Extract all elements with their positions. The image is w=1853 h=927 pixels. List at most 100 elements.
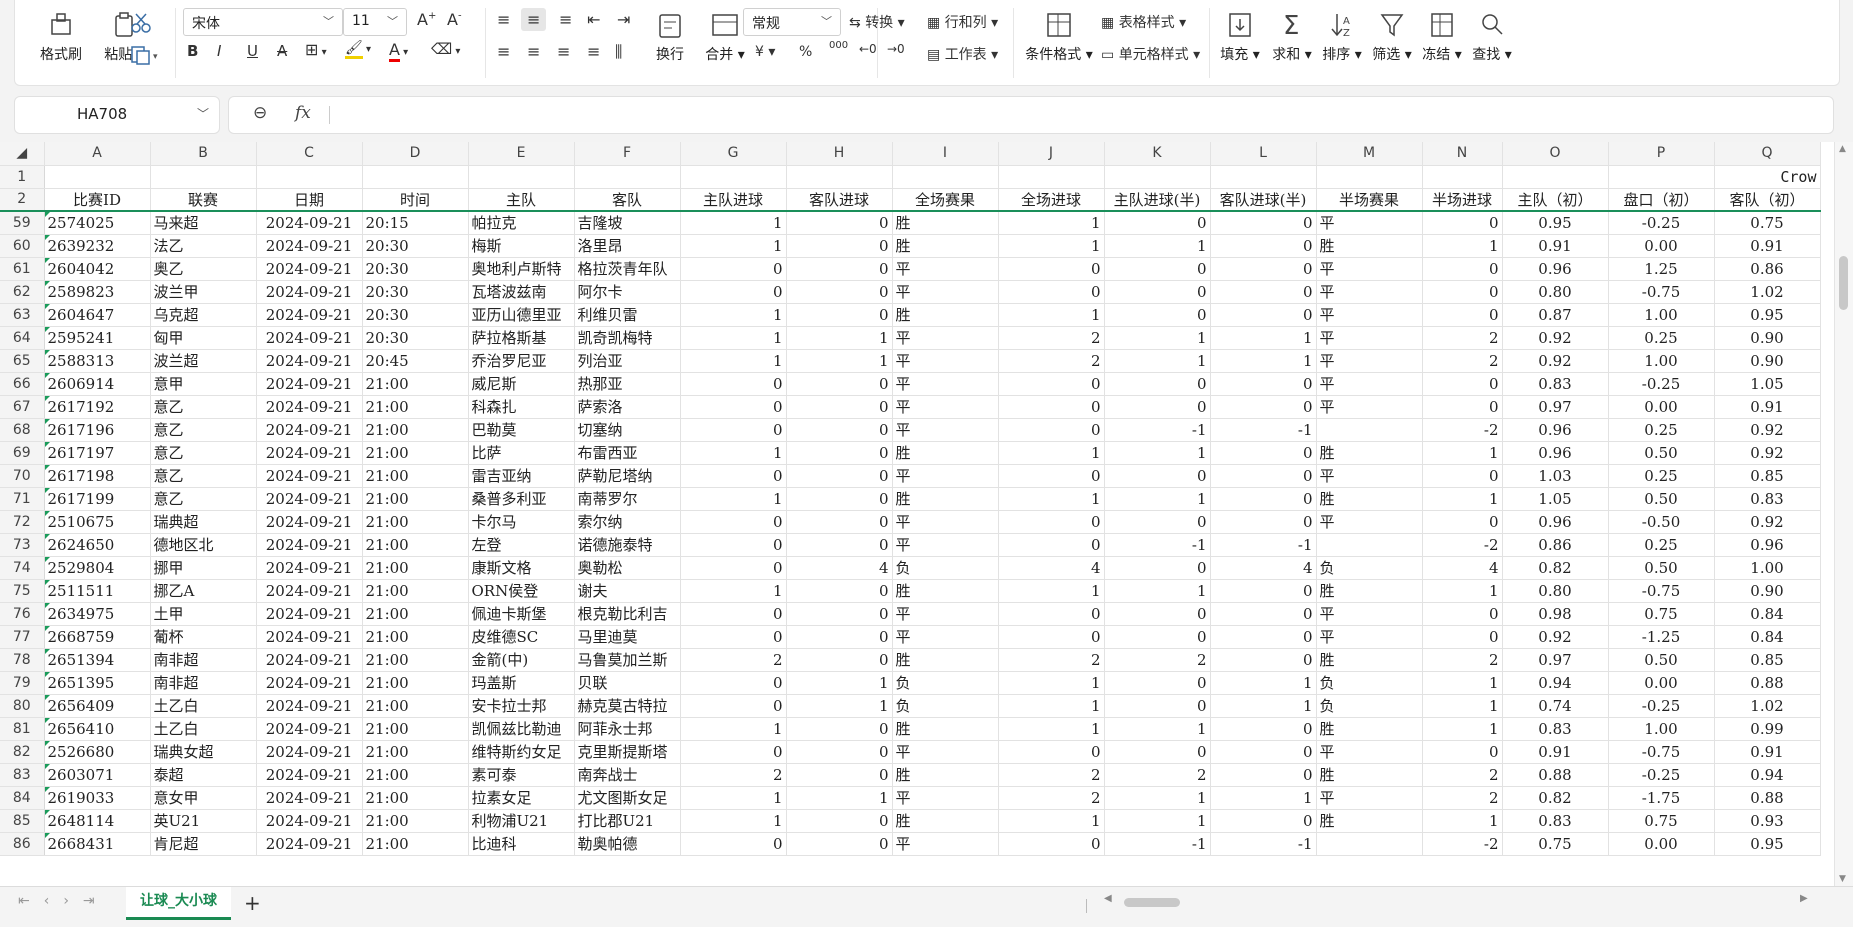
sheet-tab-active[interactable]: 让球_大小球 <box>126 887 231 920</box>
cell[interactable]: 20:30 <box>362 303 469 327</box>
cell[interactable]: 平 <box>892 257 999 281</box>
cell[interactable]: 2 <box>1104 763 1211 787</box>
cell[interactable]: 21:00 <box>362 694 469 718</box>
cell[interactable]: 马里迪莫 <box>574 625 681 649</box>
cell[interactable]: 胜 <box>892 809 999 833</box>
cell[interactable]: 0.83 <box>1502 717 1609 741</box>
cell[interactable]: 尤文图斯女足 <box>574 786 681 810</box>
cell[interactable]: 意女甲 <box>150 786 257 810</box>
cell[interactable]: 南蒂罗尔 <box>574 487 681 511</box>
cell[interactable]: 挪甲 <box>150 556 257 580</box>
cell[interactable]: 热那亚 <box>574 372 681 396</box>
cell[interactable]: 意甲 <box>150 372 257 396</box>
table-style-button[interactable]: ▦ 表格样式 ▾ <box>1101 12 1186 32</box>
cell[interactable]: 利物浦U21 <box>468 809 575 833</box>
cell[interactable]: 1.05 <box>1502 487 1609 511</box>
cell[interactable]: 4 <box>1422 556 1503 580</box>
cell[interactable]: -1.25 <box>1608 625 1715 649</box>
cell[interactable]: 0 <box>1104 740 1211 764</box>
cell[interactable]: 0 <box>680 280 787 304</box>
cell[interactable]: 平 <box>1316 211 1423 235</box>
cell[interactable]: 21:00 <box>362 809 469 833</box>
fill-color-icon[interactable]: 🖌 ▾ <box>345 40 371 59</box>
cell[interactable]: 2588313 <box>44 349 151 373</box>
cell[interactable]: 0.25 <box>1608 464 1715 488</box>
header-cell[interactable]: 半场进球 <box>1422 188 1503 212</box>
cell[interactable]: 科森扎 <box>468 395 575 419</box>
cell[interactable]: 德地区北 <box>150 533 257 557</box>
cell[interactable]: 平 <box>892 349 999 373</box>
cell[interactable]: 0 <box>680 533 787 557</box>
cell[interactable]: 0 <box>680 740 787 764</box>
cell[interactable]: 0.80 <box>1502 280 1609 304</box>
cell[interactable]: 0 <box>998 740 1105 764</box>
cell[interactable] <box>362 165 469 189</box>
fill-button[interactable]: 填充 ▾ <box>1215 10 1265 64</box>
align-center-icon[interactable]: ≡ <box>527 42 540 61</box>
cell[interactable]: 0 <box>1210 257 1317 281</box>
cell[interactable]: 0 <box>1104 510 1211 534</box>
cell[interactable]: 洛里昂 <box>574 234 681 258</box>
cell[interactable]: 0.86 <box>1714 257 1821 281</box>
cell[interactable]: 瑞典女超 <box>150 740 257 764</box>
strikethrough-button[interactable]: A <box>277 42 287 60</box>
header-cell[interactable]: 客队（初） <box>1714 188 1821 212</box>
column-header-p[interactable]: P <box>1608 142 1715 166</box>
cell[interactable]: 阿尔卡 <box>574 280 681 304</box>
cell[interactable]: 1 <box>1104 786 1211 810</box>
cell[interactable]: 0.86 <box>1502 533 1609 557</box>
filter-button[interactable]: 筛选 ▾ <box>1367 10 1417 64</box>
cell[interactable]: 挪乙A <box>150 579 257 603</box>
header-cell[interactable]: 联赛 <box>150 188 257 212</box>
cell[interactable]: 1 <box>1104 487 1211 511</box>
cell[interactable]: 平 <box>1316 280 1423 304</box>
wrap-text-button[interactable]: 换行 <box>645 10 695 64</box>
cell[interactable]: 0 <box>998 418 1105 442</box>
cell[interactable]: 0.00 <box>1608 832 1715 856</box>
cell[interactable]: 4 <box>998 556 1105 580</box>
cell[interactable]: 利维贝雷 <box>574 303 681 327</box>
cell[interactable]: 1 <box>1210 786 1317 810</box>
row-header[interactable]: 86 <box>0 832 45 856</box>
cell[interactable] <box>574 165 681 189</box>
cell[interactable]: 1.02 <box>1714 280 1821 304</box>
row-header[interactable]: 73 <box>0 533 45 557</box>
cell[interactable]: 2648114 <box>44 809 151 833</box>
cell[interactable]: 康斯文格 <box>468 556 575 580</box>
cell[interactable]: 胜 <box>1316 579 1423 603</box>
header-cell[interactable]: 主队进球 <box>680 188 787 212</box>
cell[interactable]: 4 <box>786 556 893 580</box>
cell[interactable]: 1 <box>1422 694 1503 718</box>
cell[interactable]: 负 <box>892 694 999 718</box>
decrease-font-icon[interactable]: A- <box>447 10 462 29</box>
cell[interactable]: 1 <box>680 234 787 258</box>
cell[interactable]: 0.75 <box>1608 809 1715 833</box>
cell[interactable]: 0 <box>998 464 1105 488</box>
cell[interactable]: 巴勒莫 <box>468 418 575 442</box>
cell[interactable]: 1 <box>998 694 1105 718</box>
cell[interactable]: 平 <box>1316 602 1423 626</box>
cell[interactable]: 0 <box>786 280 893 304</box>
underline-button[interactable]: U <box>247 42 258 60</box>
cell[interactable]: 0 <box>1422 280 1503 304</box>
cell[interactable]: 2589823 <box>44 280 151 304</box>
cell[interactable] <box>998 165 1105 189</box>
outdent-icon[interactable]: ⇤ <box>587 10 600 29</box>
cell[interactable]: 2024-09-21 <box>256 671 363 695</box>
distribute-icon[interactable]: ⫼ <box>615 42 622 62</box>
cell[interactable]: 2 <box>998 786 1105 810</box>
cell[interactable]: 2024-09-21 <box>256 740 363 764</box>
cell[interactable]: 胜 <box>892 441 999 465</box>
bold-button[interactable]: B <box>187 42 198 60</box>
column-header-q[interactable]: Q <box>1714 142 1821 166</box>
cell[interactable]: -0.75 <box>1608 280 1715 304</box>
cell[interactable]: 2603071 <box>44 763 151 787</box>
cell[interactable]: 0 <box>680 694 787 718</box>
cell[interactable]: 平 <box>892 418 999 442</box>
cell[interactable]: 0 <box>1210 740 1317 764</box>
cell[interactable]: -2 <box>1422 832 1503 856</box>
sheet-nav-arrows-icon[interactable]: ⇤‹›⇥ <box>18 893 109 909</box>
row-header[interactable]: 75 <box>0 579 45 603</box>
cell[interactable]: 诺德施泰特 <box>574 533 681 557</box>
cell[interactable]: 0.50 <box>1608 441 1715 465</box>
